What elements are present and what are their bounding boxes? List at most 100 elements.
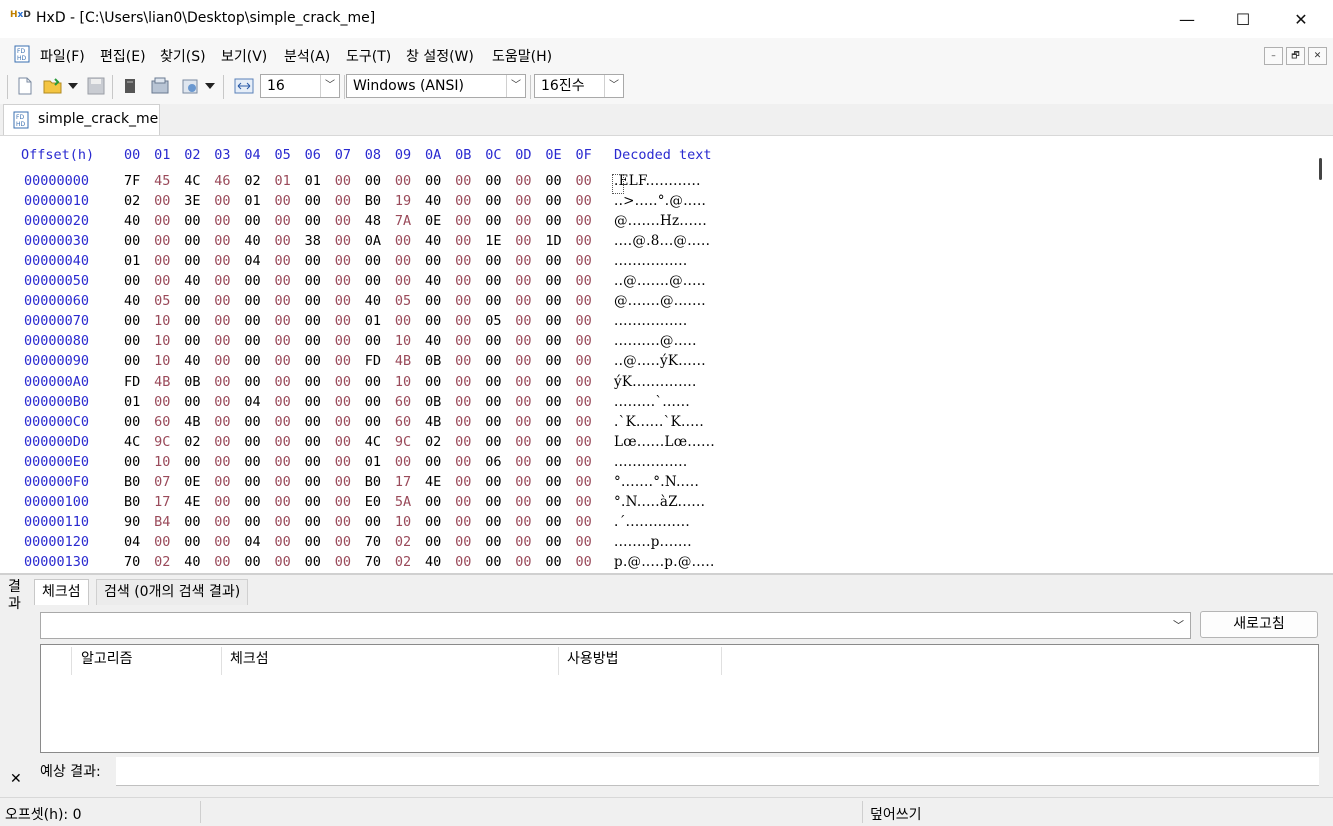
hex-byte[interactable]: 00: [335, 454, 357, 470]
hex-row[interactable]: 00000020 40 00 00 00 00 00 00 00 48 7A 0E 00 00 00 00 00…: [0, 213, 800, 233]
hex-byte[interactable]: 00: [214, 333, 236, 349]
hex-byte[interactable]: 60: [395, 394, 417, 410]
hex-byte[interactable]: 00: [244, 213, 266, 229]
ram-dropdown-icon[interactable]: [203, 76, 217, 96]
hex-byte[interactable]: 00: [425, 494, 447, 510]
hex-byte[interactable]: 00: [214, 253, 236, 269]
decoded-text[interactable]: .`K......`K.....: [614, 414, 704, 430]
hex-byte[interactable]: 00: [515, 554, 537, 570]
hex-byte[interactable]: 00: [576, 474, 598, 490]
new-file-icon[interactable]: [15, 76, 35, 96]
hex-byte[interactable]: 00: [305, 293, 327, 309]
hex-byte[interactable]: 00: [455, 434, 477, 450]
hex-byte[interactable]: 00: [305, 414, 327, 430]
hex-byte[interactable]: 00: [485, 514, 507, 530]
hex-byte[interactable]: 00: [214, 193, 236, 209]
decoded-text[interactable]: ýK..............: [614, 374, 697, 390]
hex-byte[interactable]: 00: [576, 554, 598, 570]
decoded-text[interactable]: ....@.8...@.....: [614, 233, 710, 249]
hex-byte[interactable]: 00: [515, 273, 537, 289]
hex-byte[interactable]: 00: [335, 173, 357, 189]
algorithm-select[interactable]: ﹀: [40, 612, 1191, 639]
hex-byte[interactable]: 00: [305, 494, 327, 510]
hex-byte[interactable]: 00: [214, 494, 236, 510]
hex-byte[interactable]: 40: [425, 233, 447, 249]
hex-byte[interactable]: 00: [305, 313, 327, 329]
hex-byte[interactable]: 00: [275, 434, 297, 450]
hex-byte[interactable]: 00: [425, 313, 447, 329]
hex-byte[interactable]: 00: [576, 313, 598, 329]
hex-byte[interactable]: 00: [275, 353, 297, 369]
hex-byte[interactable]: 90: [124, 514, 146, 530]
hex-byte[interactable]: 10: [395, 374, 417, 390]
column-header-usage[interactable]: 사용방법: [567, 644, 619, 675]
decoded-text[interactable]: ................: [614, 313, 687, 329]
hex-byte[interactable]: E0: [365, 494, 387, 510]
hex-byte[interactable]: 0E: [425, 213, 447, 229]
hex-byte[interactable]: 00: [305, 454, 327, 470]
hex-byte[interactable]: 00: [275, 233, 297, 249]
hex-byte[interactable]: 00: [576, 173, 598, 189]
hex-byte[interactable]: 00: [184, 253, 206, 269]
hex-byte[interactable]: 4C: [124, 434, 146, 450]
menu-search[interactable]: 찾기(S): [160, 46, 206, 66]
hex-byte[interactable]: 02: [184, 434, 206, 450]
hex-byte[interactable]: 00: [576, 534, 598, 550]
hex-byte[interactable]: 00: [455, 454, 477, 470]
hex-byte[interactable]: 00: [305, 514, 327, 530]
offset-base-select[interactable]: 16진수 ﹀: [534, 74, 624, 98]
hex-byte[interactable]: 00: [455, 554, 477, 570]
menu-help[interactable]: 도움말(H): [492, 46, 552, 66]
hex-byte[interactable]: 40: [124, 293, 146, 309]
tab-simple-crack-me[interactable]: FD HD simple_crack_me: [3, 104, 160, 135]
decoded-text[interactable]: ..@.......@.....: [614, 273, 706, 289]
hex-byte[interactable]: 00: [335, 514, 357, 530]
chevron-down-icon[interactable]: ﹀: [604, 75, 623, 97]
hex-byte[interactable]: 00: [425, 514, 447, 530]
expected-result-field[interactable]: [116, 757, 1319, 786]
hex-byte[interactable]: 17: [395, 474, 417, 490]
hex-byte[interactable]: 04: [244, 534, 266, 550]
hex-byte[interactable]: 00: [335, 233, 357, 249]
hex-byte[interactable]: 00: [244, 474, 266, 490]
decoded-text[interactable]: .........`......: [614, 394, 690, 410]
hex-byte[interactable]: 00: [576, 494, 598, 510]
hex-byte[interactable]: 00: [275, 374, 297, 390]
mdi-restore-button[interactable]: 🗗: [1286, 47, 1305, 65]
hex-byte[interactable]: 00: [515, 353, 537, 369]
hex-byte[interactable]: 00: [275, 414, 297, 430]
hex-byte[interactable]: 00: [335, 554, 357, 570]
scrollbar-thumb[interactable]: [1319, 158, 1322, 180]
hex-byte[interactable]: 00: [124, 333, 146, 349]
hex-byte[interactable]: B0: [124, 494, 146, 510]
hex-byte[interactable]: 00: [395, 253, 417, 269]
chevron-down-icon[interactable]: ﹀: [506, 75, 525, 97]
hex-byte[interactable]: 00: [214, 273, 236, 289]
hex-byte[interactable]: B0: [365, 474, 387, 490]
hex-byte[interactable]: 02: [154, 554, 176, 570]
hex-byte[interactable]: 00: [485, 494, 507, 510]
hex-byte[interactable]: 00: [305, 353, 327, 369]
hex-byte[interactable]: 00: [244, 293, 266, 309]
hex-byte[interactable]: 01: [365, 454, 387, 470]
hex-byte[interactable]: 00: [545, 193, 567, 209]
hex-byte[interactable]: 00: [275, 293, 297, 309]
hex-byte[interactable]: 00: [455, 253, 477, 269]
hex-byte[interactable]: 00: [305, 474, 327, 490]
hex-byte[interactable]: 04: [244, 394, 266, 410]
hex-byte[interactable]: 00: [214, 514, 236, 530]
hex-byte[interactable]: 48: [365, 213, 387, 229]
hex-byte[interactable]: 7A: [395, 213, 417, 229]
hex-byte[interactable]: 00: [485, 394, 507, 410]
column-header-checksum[interactable]: 체크섬: [230, 644, 269, 675]
hex-byte[interactable]: 40: [425, 193, 447, 209]
hex-byte[interactable]: 00: [214, 213, 236, 229]
hex-byte[interactable]: 70: [124, 554, 146, 570]
hex-byte[interactable]: 00: [425, 173, 447, 189]
hex-byte[interactable]: 00: [455, 494, 477, 510]
hex-byte[interactable]: 00: [485, 213, 507, 229]
hex-byte[interactable]: 00: [275, 554, 297, 570]
hex-byte[interactable]: 00: [275, 394, 297, 410]
hex-byte[interactable]: 00: [515, 434, 537, 450]
hex-row[interactable]: 00000050 00 00 40 00 00 00 00 00 00 00 40 00 00 00 00 00…: [0, 273, 800, 293]
